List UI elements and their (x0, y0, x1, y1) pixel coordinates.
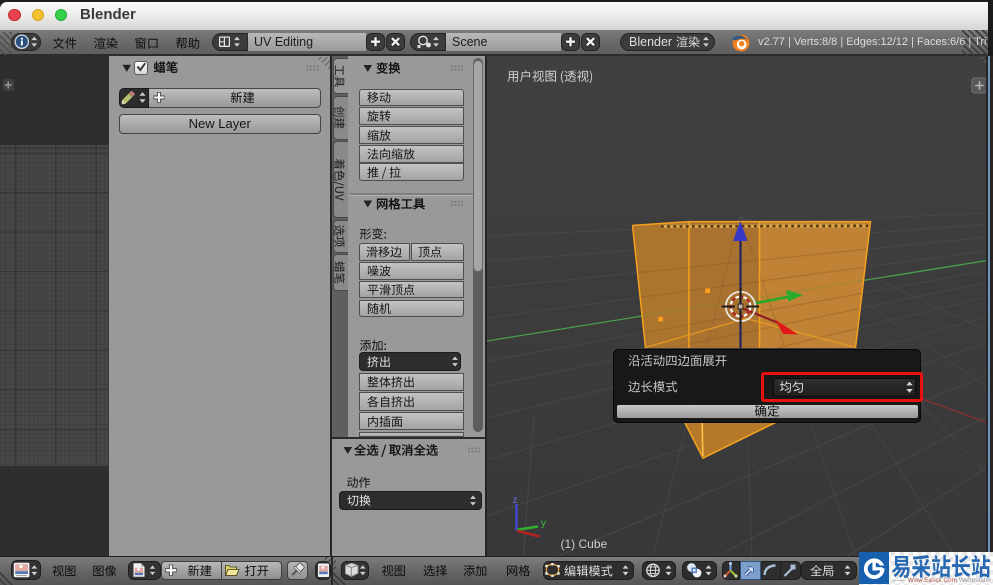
svg-text:z: z (512, 495, 517, 506)
svg-text:y: y (541, 518, 546, 529)
